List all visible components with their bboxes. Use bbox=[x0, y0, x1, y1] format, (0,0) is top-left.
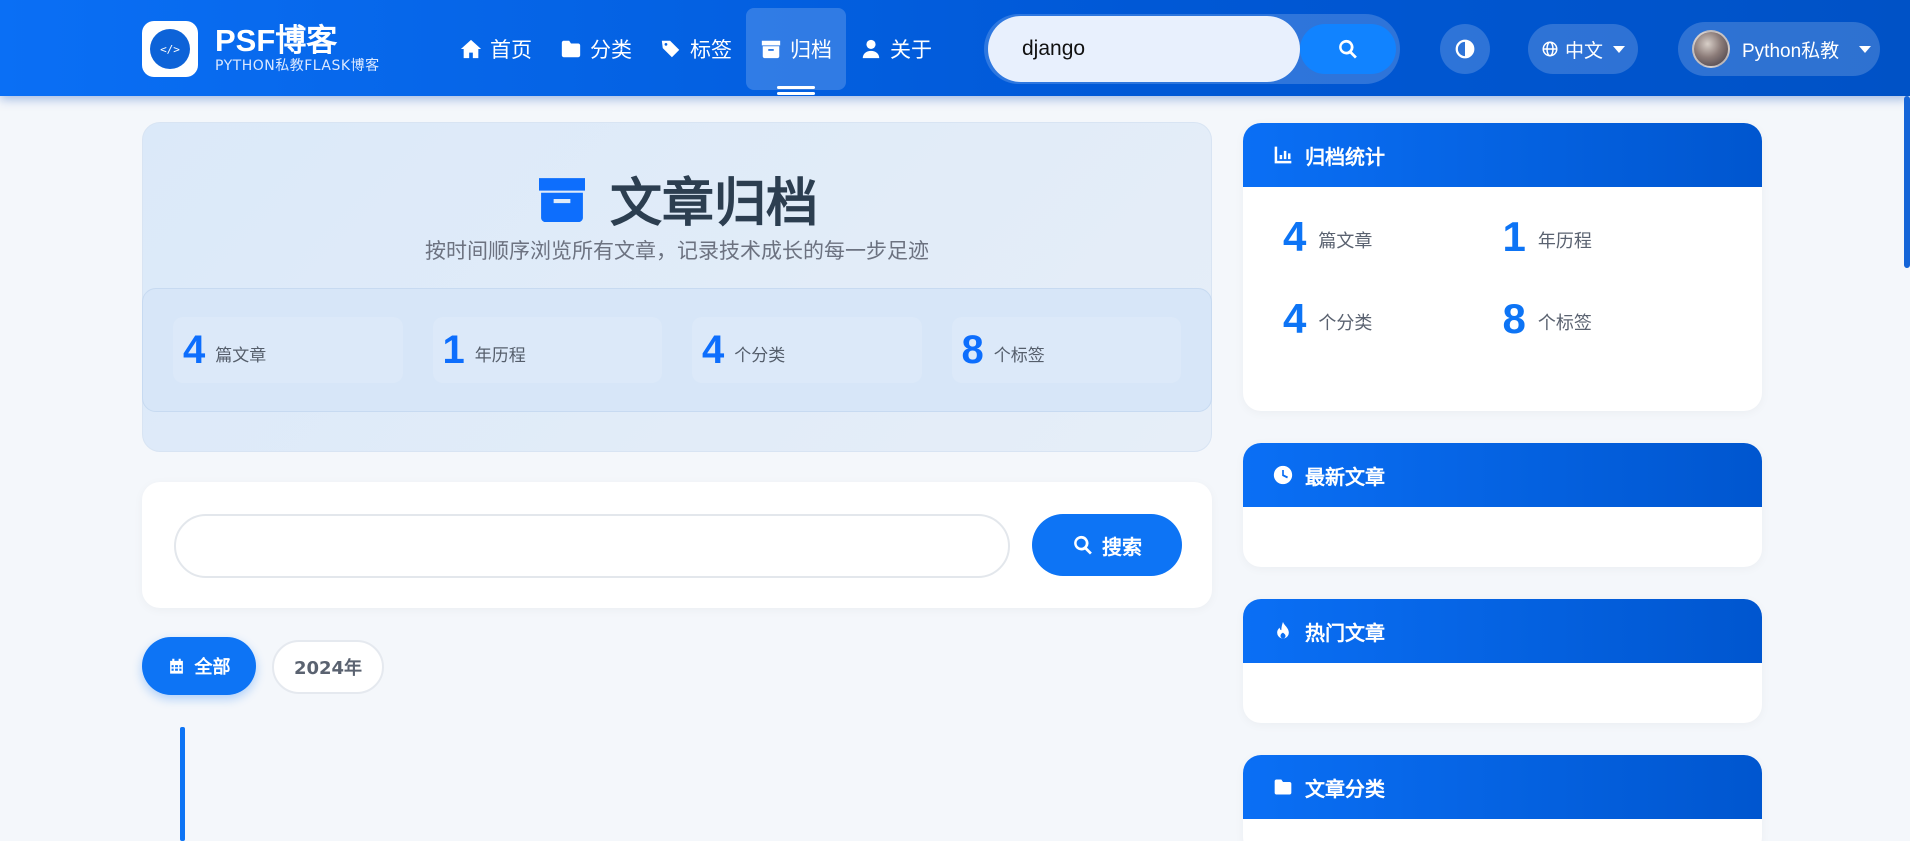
stat-label: 年历程 bbox=[1537, 231, 1592, 252]
header-search bbox=[984, 14, 1400, 84]
widget-header: 热门文章 bbox=[1243, 599, 1762, 663]
hero-stat-years: 1 年历程 bbox=[432, 317, 662, 383]
archive-search-card: 搜索 bbox=[142, 482, 1212, 608]
stat-label: 个分类 bbox=[734, 345, 786, 366]
scrollbar[interactable] bbox=[1904, 96, 1910, 268]
stat-label: 个标签 bbox=[993, 345, 1045, 366]
nav-archive-label: 归档 bbox=[790, 38, 832, 62]
timeline-line bbox=[180, 727, 185, 841]
main-nav: 首页 分类 标签 归档 关于 bbox=[446, 8, 946, 95]
categories-widget: 文章分类 bbox=[1243, 755, 1762, 841]
stat-number: 8 bbox=[1502, 295, 1526, 342]
stat-label: 年历程 bbox=[474, 345, 526, 366]
tags-icon bbox=[661, 40, 680, 58]
hero-stat-posts: 4 篇文章 bbox=[173, 317, 403, 383]
brand-logo[interactable]: </> bbox=[142, 21, 198, 77]
filter-all-button[interactable]: 全部 bbox=[142, 637, 256, 695]
archive-icon bbox=[538, 177, 585, 222]
nav-archive[interactable]: 归档 bbox=[746, 8, 846, 95]
chevron-down-icon bbox=[1613, 45, 1625, 53]
chevron-down-icon bbox=[1859, 45, 1872, 53]
fire-icon bbox=[1277, 621, 1289, 639]
stat-label: 个标签 bbox=[1537, 313, 1592, 334]
search-icon bbox=[1339, 39, 1357, 59]
stat-label: 篇文章 bbox=[215, 345, 267, 366]
page-subtitle: 按时间顺序浏览所有文章，记录技术成长的每一步足迹 bbox=[425, 239, 929, 263]
stat-number: 4 bbox=[702, 327, 725, 372]
archive-hero: 文章归档 按时间顺序浏览所有文章，记录技术成长的每一步足迹 4 篇文章 1 年历… bbox=[142, 122, 1212, 452]
nav-categories-label: 分类 bbox=[590, 38, 632, 62]
user-icon bbox=[862, 39, 880, 59]
theme-toggle-button[interactable] bbox=[1440, 24, 1490, 74]
archive-stats-widget: 归档统计 4 篇文章 1 年历程 4 个分类 8 个标签 bbox=[1243, 123, 1762, 411]
top-navbar: </> PSF博客 PYTHON私教FLASK博客 首页 分类 标签 归档 关于 bbox=[0, 0, 1910, 96]
stat-number: 4 bbox=[1283, 213, 1307, 260]
nav-about-label: 关于 bbox=[890, 38, 932, 62]
popular-posts-widget: 热门文章 bbox=[1243, 599, 1762, 723]
sidebar-stat-tags: 8 个标签 bbox=[1503, 291, 1723, 347]
archive-search-label: 搜索 bbox=[1102, 534, 1142, 559]
stat-number: 4 bbox=[183, 327, 206, 372]
nav-tags[interactable]: 标签 bbox=[646, 8, 746, 90]
page-title: 文章归档 bbox=[609, 174, 818, 234]
stat-number: 8 bbox=[961, 327, 984, 372]
widget-header: 归档统计 bbox=[1243, 123, 1762, 187]
folder-icon bbox=[1274, 779, 1292, 795]
user-name: Python私教 bbox=[1742, 40, 1840, 62]
contrast-icon bbox=[1455, 39, 1475, 59]
nav-about[interactable]: 关于 bbox=[846, 8, 946, 90]
stat-number: 1 bbox=[442, 327, 465, 372]
folder-icon bbox=[561, 40, 581, 58]
user-menu[interactable]: Python私教 bbox=[1678, 22, 1880, 76]
brand-subtitle: PYTHON私教FLASK博客 bbox=[215, 58, 380, 74]
stat-label: 篇文章 bbox=[1318, 231, 1373, 252]
widget-title: 归档统计 bbox=[1305, 144, 1385, 169]
nav-categories[interactable]: 分类 bbox=[546, 8, 646, 90]
brand-title[interactable]: PSF博客 bbox=[215, 24, 380, 58]
archive-search-input[interactable] bbox=[174, 514, 1010, 578]
calendar-icon bbox=[169, 658, 183, 674]
sidebar-stat-categories: 4 个分类 bbox=[1283, 291, 1503, 347]
search-icon bbox=[1074, 535, 1092, 555]
avatar bbox=[1692, 30, 1730, 68]
filter-year-button[interactable]: 2024年 bbox=[272, 640, 384, 694]
sidebar-stat-posts: 4 篇文章 bbox=[1283, 209, 1503, 265]
nav-home[interactable]: 首页 bbox=[446, 8, 546, 90]
globe-icon bbox=[1542, 41, 1558, 57]
language-dropdown[interactable]: 中文 bbox=[1528, 24, 1638, 74]
sidebar-stat-years: 1 年历程 bbox=[1503, 209, 1723, 265]
widget-title: 热门文章 bbox=[1305, 620, 1385, 645]
clock-icon bbox=[1273, 465, 1293, 485]
header-search-button[interactable] bbox=[1300, 24, 1396, 74]
brand[interactable]: </> PSF博客 PYTHON私教FLASK博客 bbox=[142, 21, 380, 77]
language-label: 中文 bbox=[1564, 39, 1603, 62]
stat-label: 个分类 bbox=[1318, 313, 1373, 334]
widget-title: 最新文章 bbox=[1305, 464, 1385, 489]
stat-number: 1 bbox=[1502, 213, 1526, 260]
stat-number: 4 bbox=[1283, 295, 1307, 342]
home-icon bbox=[460, 39, 482, 59]
hero-stats: 4 篇文章 1 年历程 4 个分类 8 个标签 bbox=[142, 288, 1212, 412]
chart-icon bbox=[1274, 146, 1292, 164]
archive-icon bbox=[761, 40, 781, 59]
hero-stat-tags: 8 个标签 bbox=[951, 317, 1181, 383]
widget-header: 文章分类 bbox=[1243, 755, 1762, 819]
widget-header: 最新文章 bbox=[1243, 443, 1762, 507]
filter-all-label: 全部 bbox=[194, 657, 231, 678]
nav-tags-label: 标签 bbox=[690, 38, 732, 62]
archive-search-button[interactable]: 搜索 bbox=[1032, 514, 1182, 576]
code-icon: </> bbox=[150, 29, 190, 69]
latest-posts-widget: 最新文章 bbox=[1243, 443, 1762, 567]
header-search-input[interactable] bbox=[988, 16, 1300, 82]
nav-home-label: 首页 bbox=[490, 38, 532, 62]
hero-stat-categories: 4 个分类 bbox=[692, 317, 922, 383]
widget-title: 文章分类 bbox=[1305, 776, 1385, 801]
